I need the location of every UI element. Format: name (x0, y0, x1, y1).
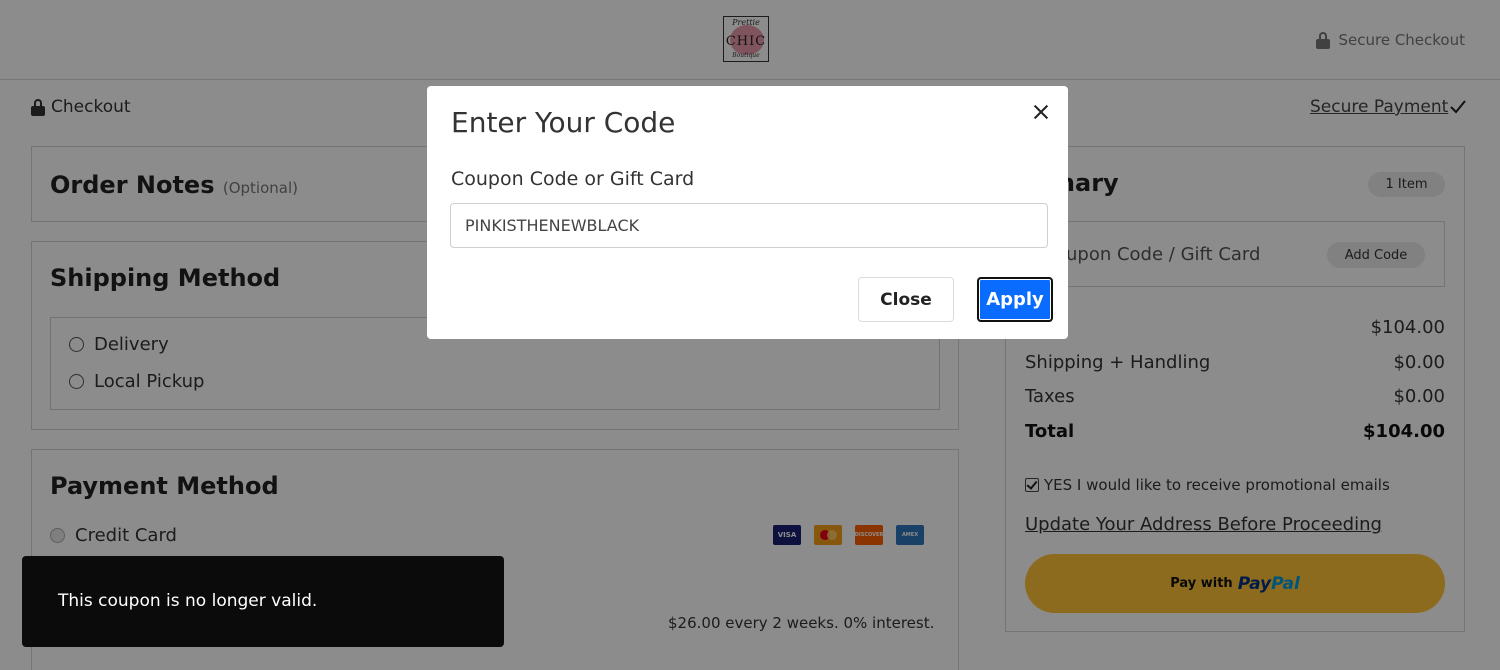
coupon-field-label: Coupon Code or Gift Card (451, 168, 695, 190)
modal-close-button[interactable]: Close (858, 277, 954, 322)
toast-message: This coupon is no longer valid. (58, 591, 318, 611)
apply-button[interactable]: Apply (977, 277, 1053, 322)
coupon-code-input[interactable] (450, 203, 1048, 248)
enter-code-modal: Enter Your Code Coupon Code or Gift Card… (427, 86, 1068, 339)
modal-title: Enter Your Code (451, 106, 676, 139)
close-icon[interactable] (1027, 98, 1055, 126)
error-toast: This coupon is no longer valid. (22, 556, 504, 647)
